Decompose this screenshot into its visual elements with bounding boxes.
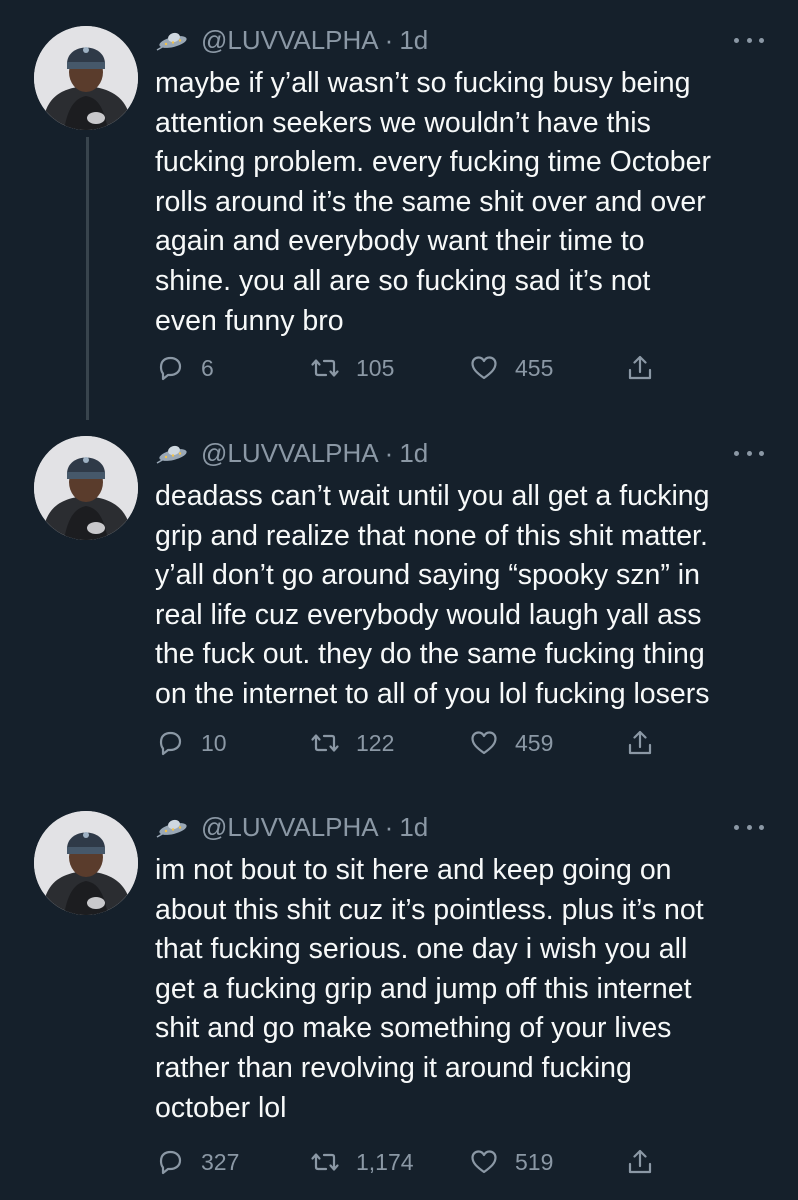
share-button[interactable] [625,350,655,386]
retweet-button[interactable]: 122 [310,725,394,761]
more-icon[interactable] [734,35,764,45]
tweet-header: @LUVVALPHA · 1d [155,438,428,468]
reply-icon [159,356,182,381]
like-button[interactable]: 455 [469,350,553,386]
avatar-image [34,26,138,130]
ufo-icon [155,815,189,839]
tweet-text: im not bout to sit here and keep going o… [155,854,704,1124]
avatar[interactable] [34,26,138,130]
share-button[interactable] [625,725,655,761]
tweet-2[interactable]: @LUVVALPHA · 1d deadass can’t wait until… [0,420,798,795]
heart-icon [471,731,497,755]
tweet-time[interactable]: 1d [399,812,428,843]
retweet-icon [311,359,339,377]
reply-icon [159,1150,182,1175]
tweet-3[interactable]: @LUVVALPHA · 1d im not bout to sit here … [0,795,798,1200]
reply-button[interactable]: 10 [155,725,227,761]
more-icon[interactable] [734,822,764,832]
retweet-icon [311,734,339,752]
tweet-actions: 327 1,174 519 [155,1144,675,1180]
tweet-actions: 10 122 459 [155,725,675,761]
heart-icon [471,356,497,380]
retweet-icon [311,1153,339,1171]
tweet-text: maybe if y’all wasn’t so fucking busy be… [155,67,711,337]
tweet-handle[interactable]: @LUVVALPHA [201,438,379,469]
retweet-button[interactable]: 105 [310,350,394,386]
avatar-image [34,811,138,915]
heart-icon [471,1150,497,1174]
share-icon [628,730,652,755]
tweet-handle[interactable]: @LUVVALPHA [201,25,379,56]
retweet-count: 1,174 [356,1148,414,1175]
separator: · [384,24,394,55]
tweet-actions: 6 105 455 [155,350,675,386]
like-button[interactable]: 459 [469,725,553,761]
retweet-count: 105 [356,354,395,381]
like-count: 455 [515,354,554,381]
reply-button[interactable]: 327 [155,1144,239,1180]
ufo-icon [155,441,189,465]
share-icon [628,355,652,380]
reply-icon [159,731,182,756]
tweet-handle[interactable]: @LUVVALPHA [201,812,379,843]
separator: · [384,811,394,842]
tweet-header: @LUVVALPHA · 1d [155,812,428,842]
reply-count: 6 [201,354,214,381]
separator: · [384,437,394,468]
thread-line [86,137,89,420]
tweet-text: deadass can’t wait until you all get a f… [155,480,710,710]
like-button[interactable]: 519 [469,1144,553,1180]
reply-count: 327 [201,1148,240,1175]
like-count: 519 [515,1148,554,1175]
tweet-1[interactable]: @LUVVALPHA · 1d maybe if y’all wasn’t so… [0,0,798,420]
avatar-image [34,436,138,540]
reply-button[interactable]: 6 [155,350,214,386]
retweet-count: 122 [356,729,395,756]
ufo-icon [155,28,189,52]
avatar[interactable] [34,436,138,540]
tweet-time[interactable]: 1d [399,25,428,56]
more-icon[interactable] [734,448,764,458]
retweet-button[interactable]: 1,174 [310,1144,414,1180]
tweet-time[interactable]: 1d [399,438,428,469]
reply-count: 10 [201,729,227,756]
avatar[interactable] [34,811,138,915]
share-button[interactable] [625,1144,655,1180]
share-icon [628,1149,652,1174]
tweet-header: @LUVVALPHA · 1d [155,25,428,55]
like-count: 459 [515,729,554,756]
